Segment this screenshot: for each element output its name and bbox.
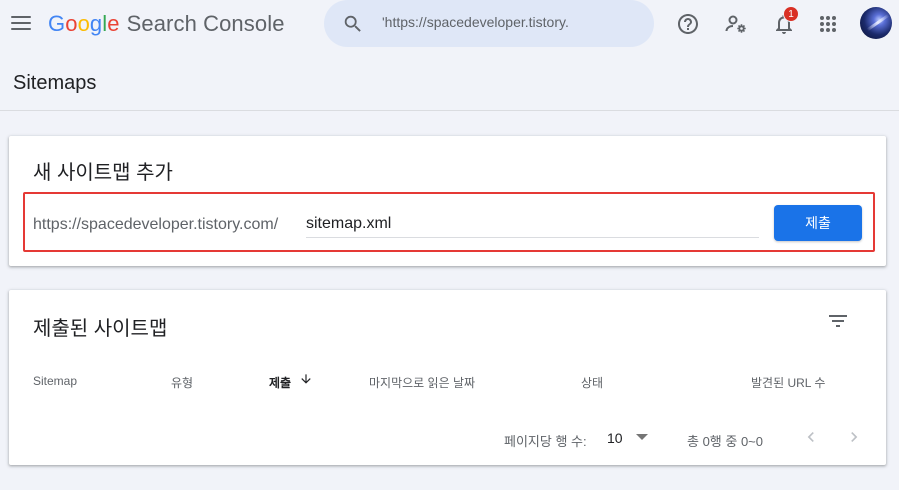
apps-icon[interactable] xyxy=(816,12,840,36)
rows-per-page-select[interactable]: 10 xyxy=(607,430,623,446)
add-sitemap-title: 새 사이트맵 추가 xyxy=(33,162,173,184)
header-divider xyxy=(0,110,899,111)
sitemap-url-prefix: https://spacedeveloper.tistory.com/ xyxy=(33,216,279,233)
submit-button[interactable]: 제출 xyxy=(774,205,862,241)
menu-icon[interactable] xyxy=(11,15,31,31)
top-app-bar: Google Search Console 'https://spacedeve… xyxy=(0,0,899,50)
product-name: Search Console xyxy=(126,11,285,36)
logo-letter: e xyxy=(107,11,120,36)
google-wordmark: Google xyxy=(48,11,120,37)
next-page-icon[interactable] xyxy=(844,427,864,447)
add-sitemap-card: 새 사이트맵 추가 https://spacedeveloper.tistory… xyxy=(9,136,886,266)
logo-letter: g xyxy=(89,11,103,36)
search-bar[interactable]: 'https://spacedeveloper.tistory. xyxy=(324,0,654,47)
logo-letter: G xyxy=(48,11,66,36)
search-input[interactable]: 'https://spacedeveloper.tistory. xyxy=(382,14,642,30)
pagination-range: 총 0행 중 0~0 xyxy=(687,434,763,449)
help-icon[interactable] xyxy=(676,12,700,36)
google-search-console-logo[interactable]: Google Search Console xyxy=(48,9,285,39)
logo-letter: o xyxy=(77,11,90,36)
avatar[interactable] xyxy=(860,7,892,39)
filter-icon[interactable] xyxy=(826,309,850,333)
column-header-submitted[interactable]: 제출 xyxy=(269,374,291,391)
submitted-sitemaps-card: 제출된 사이트맵 Sitemap 유형 제출 마지막으로 읽은 날짜 상태 발견… xyxy=(9,290,886,465)
rows-per-page-label: 페이지당 행 수: xyxy=(504,434,587,449)
column-header-sitemap[interactable]: Sitemap xyxy=(33,374,77,388)
sitemap-url-input[interactable] xyxy=(306,210,759,238)
sort-descending-icon[interactable] xyxy=(299,372,313,386)
submitted-sitemaps-title: 제출된 사이트맵 xyxy=(33,318,168,340)
manage-users-icon[interactable] xyxy=(724,12,748,36)
previous-page-icon[interactable] xyxy=(801,427,821,447)
logo-letter: o xyxy=(65,11,78,36)
search-icon[interactable] xyxy=(342,13,364,35)
column-header-last-read[interactable]: 마지막으로 읽은 날짜 xyxy=(369,374,475,391)
column-header-type[interactable]: 유형 xyxy=(171,374,193,391)
page-title: Sitemaps xyxy=(13,72,97,94)
column-header-status[interactable]: 상태 xyxy=(581,374,603,391)
chevron-down-icon[interactable] xyxy=(636,434,648,440)
column-header-discovered-urls[interactable]: 발견된 URL 수 xyxy=(751,374,825,391)
notification-badge: 1 xyxy=(783,6,799,22)
